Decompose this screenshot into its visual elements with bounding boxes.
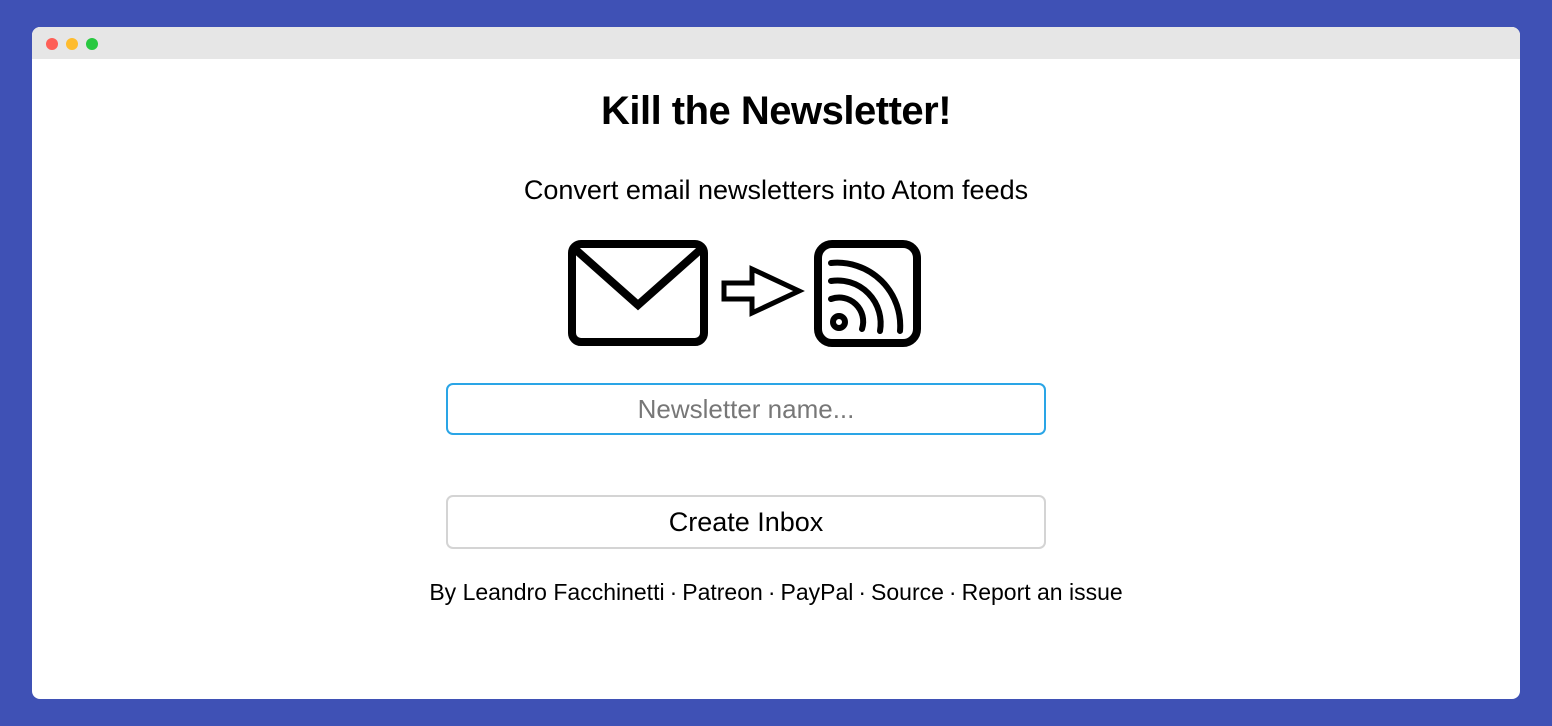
arrow-right-icon (721, 265, 805, 317)
maximize-window-button[interactable] (86, 38, 98, 50)
browser-window: Kill the Newsletter! Convert email newsl… (32, 27, 1520, 699)
source-link[interactable]: Source (871, 579, 944, 605)
patreon-link[interactable]: Patreon (682, 579, 763, 605)
newsletter-name-input[interactable] (446, 383, 1046, 435)
footer-separator: · (858, 579, 867, 605)
create-inbox-button[interactable]: Create Inbox (446, 495, 1046, 549)
conversion-illustration (567, 239, 927, 351)
minimize-window-button[interactable] (66, 38, 78, 50)
footer-by-text: By (429, 579, 457, 605)
window-titlebar (32, 27, 1520, 59)
footer-separator: · (948, 579, 957, 605)
envelope-icon (568, 240, 708, 346)
footer-separator: · (767, 579, 776, 605)
footer-separator: · (669, 579, 678, 605)
close-window-button[interactable] (46, 38, 58, 50)
rss-feed-icon (814, 240, 921, 347)
page-content: Kill the Newsletter! Convert email newsl… (32, 59, 1520, 699)
footer: By Leandro Facchinetti · Patreon · PayPal · So… (32, 577, 1520, 607)
report-issue-link[interactable]: Report an issue (962, 579, 1123, 605)
page-title: Kill the Newsletter! (600, 89, 952, 133)
paypal-link[interactable]: PayPal (780, 579, 853, 605)
page-subtitle: Convert email newsletters into Atom feed… (523, 175, 1029, 205)
author-link[interactable]: Leandro Facchinetti (463, 579, 665, 605)
